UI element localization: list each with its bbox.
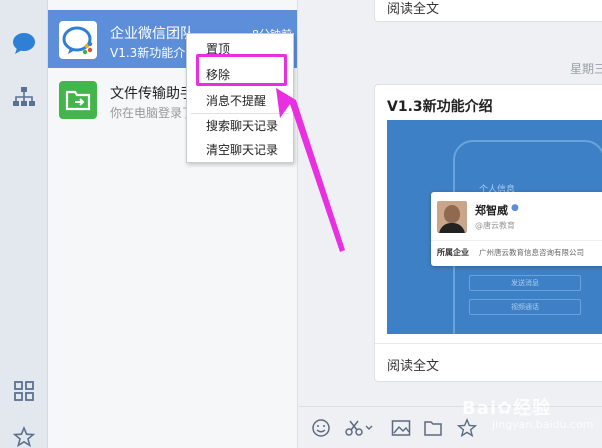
paw-icon: ✿ [497, 398, 514, 419]
annotation-arrow [276, 88, 345, 252]
baidu-watermark: Bai✿经验 jingyan.baidu.com [462, 394, 594, 431]
watermark-brand: Bai [462, 398, 498, 419]
watermark-url: jingyan.baidu.com [492, 418, 594, 431]
watermark-suffix: 经验 [513, 398, 552, 419]
